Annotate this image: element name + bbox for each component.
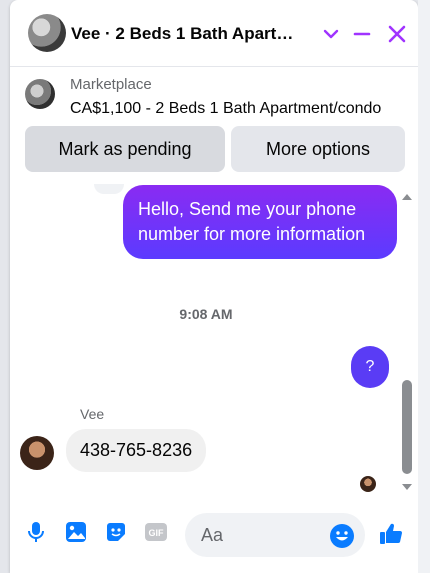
background-panel: [418, 0, 430, 573]
sender-name: Vee: [80, 406, 105, 422]
chat-header[interactable]: Vee · 2 Beds 1 Bath Apart…: [10, 0, 418, 67]
sender-avatar[interactable]: [20, 436, 54, 470]
seen-receipt-avatar: [360, 476, 376, 492]
microphone-icon[interactable]: [23, 519, 49, 545]
more-options-button[interactable]: More options: [231, 126, 405, 172]
listing-thumbnail: [25, 79, 55, 109]
chat-title[interactable]: Vee · 2 Beds 1 Bath Apart…: [71, 24, 293, 44]
svg-text:GIF: GIF: [149, 528, 165, 538]
chat-window: Vee · 2 Beds 1 Bath Apart… Marketplace C…: [10, 0, 418, 573]
listing-title[interactable]: CA$1,100 - 2 Beds 1 Bath Apartment/condo: [70, 100, 381, 118]
gif-icon[interactable]: GIF: [143, 519, 169, 545]
thumbs-up-icon[interactable]: [378, 521, 404, 547]
mark-as-pending-button[interactable]: Mark as pending: [25, 126, 225, 172]
listing-avatar[interactable]: [28, 14, 66, 52]
emoji-icon[interactable]: [329, 523, 355, 549]
faded-message-bubble: [94, 184, 124, 194]
close-icon[interactable]: [383, 20, 411, 48]
marketplace-label: Marketplace: [70, 76, 152, 93]
image-icon[interactable]: [63, 519, 89, 545]
message-composer: GIF Aa: [10, 505, 418, 565]
message-list[interactable]: Hello, Send me your phone number for mor…: [10, 184, 418, 499]
message-input-placeholder: Aa: [201, 525, 224, 545]
chevron-down-icon[interactable]: [317, 20, 345, 48]
scroll-up-arrow-icon[interactable]: [400, 190, 414, 204]
minimize-icon[interactable]: [348, 20, 376, 48]
marketplace-listing[interactable]: Marketplace CA$1,100 - 2 Beds 1 Bath Apa…: [10, 66, 418, 124]
message-timestamp: 9:08 AM: [179, 306, 233, 322]
outgoing-message[interactable]: ?: [351, 346, 389, 388]
sticker-icon[interactable]: [103, 519, 129, 545]
incoming-message[interactable]: 438-765-8236: [66, 429, 207, 472]
scroll-down-arrow-icon[interactable]: [400, 480, 414, 494]
scrollbar-thumb[interactable]: [402, 380, 412, 474]
outgoing-message[interactable]: Hello, Send me your phone number for mor…: [123, 185, 397, 259]
